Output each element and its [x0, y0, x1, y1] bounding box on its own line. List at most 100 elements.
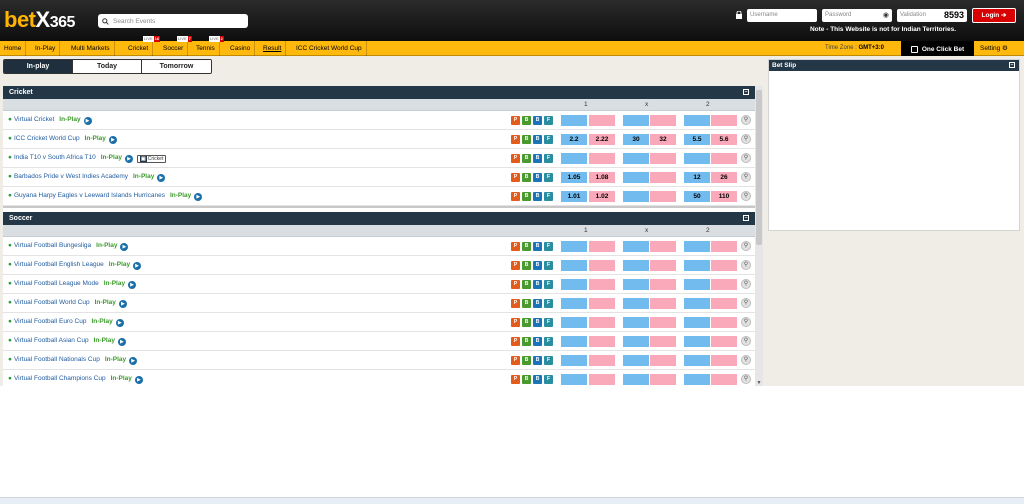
lay-odds-button[interactable]: [589, 317, 615, 328]
back-odds-button[interactable]: [684, 279, 710, 290]
lay-odds-button[interactable]: 110: [711, 191, 737, 202]
lay-odds-button[interactable]: [650, 336, 676, 347]
nav-multi-markets[interactable]: Multi Markets: [67, 41, 115, 56]
pin-icon[interactable]: ⚲: [741, 355, 751, 365]
back-odds-button[interactable]: [684, 374, 710, 385]
validation-field[interactable]: Validation 8593: [897, 8, 967, 22]
lay-odds-button[interactable]: [589, 153, 615, 164]
tv-icon[interactable]: ▶: [83, 117, 92, 125]
lay-odds-button[interactable]: [589, 279, 615, 290]
tv-icon[interactable]: ▶: [133, 262, 142, 270]
back-odds-button[interactable]: [684, 153, 710, 164]
back-odds-button[interactable]: [561, 374, 587, 385]
back-odds-button[interactable]: [561, 115, 587, 126]
tv-icon[interactable]: ▶: [134, 376, 143, 384]
lay-odds-button[interactable]: [650, 279, 676, 290]
event-row[interactable]: ● Virtual Football World Cup In-Play ▶ P B B F ⚲: [3, 294, 755, 313]
back-odds-button[interactable]: [623, 241, 649, 252]
back-odds-button[interactable]: [684, 355, 710, 366]
event-name-link[interactable]: Virtual Football Nationals Cup: [14, 356, 100, 363]
nav-cricket[interactable]: Cricket: [124, 41, 154, 56]
event-row[interactable]: ● Virtual Football Bungesliga In-Play ▶ P B B F…: [3, 237, 755, 256]
username-field[interactable]: Username: [747, 8, 817, 22]
setting-button[interactable]: Setting ⚙: [980, 41, 1008, 56]
lay-odds-button[interactable]: 1.02: [589, 191, 615, 202]
lay-odds-button[interactable]: [711, 279, 737, 290]
nav-result[interactable]: Result: [259, 41, 287, 56]
lay-odds-button[interactable]: [711, 355, 737, 366]
collapse-icon[interactable]: –: [743, 215, 749, 221]
back-odds-button[interactable]: [623, 374, 649, 385]
lay-odds-button[interactable]: [711, 317, 737, 328]
scroll-down-icon[interactable]: ▼: [756, 380, 762, 386]
pin-icon[interactable]: ⚲: [741, 279, 751, 289]
back-odds-button[interactable]: [684, 115, 710, 126]
bet-slip-header[interactable]: Bet Slip –: [769, 60, 1019, 71]
lay-odds-button[interactable]: [711, 153, 737, 164]
tv-icon[interactable]: ▶: [120, 243, 129, 251]
tab-in-play[interactable]: In-play: [4, 60, 73, 73]
lay-odds-button[interactable]: 1.08: [589, 172, 615, 183]
back-odds-button[interactable]: [561, 153, 587, 164]
back-odds-button[interactable]: [561, 298, 587, 309]
event-row[interactable]: ● Virtual Football League Mode In-Play ▶ P B B…: [3, 275, 755, 294]
lay-odds-button[interactable]: [711, 115, 737, 126]
cricket-section-header[interactable]: Cricket –: [3, 86, 755, 99]
event-name-link[interactable]: Virtual Football Champions Cup: [14, 375, 106, 382]
lay-odds-button[interactable]: 5.6: [711, 134, 737, 145]
back-odds-button[interactable]: 5.5: [684, 134, 710, 145]
tv-icon[interactable]: ▶: [108, 136, 117, 144]
lay-odds-button[interactable]: [650, 115, 676, 126]
back-odds-button[interactable]: 2.2: [561, 134, 587, 145]
lay-odds-button[interactable]: [711, 336, 737, 347]
collapse-icon[interactable]: –: [1009, 62, 1015, 68]
back-odds-button[interactable]: 12: [684, 172, 710, 183]
back-odds-button[interactable]: [623, 260, 649, 271]
back-odds-button[interactable]: [623, 336, 649, 347]
lay-odds-button[interactable]: [650, 317, 676, 328]
back-odds-button[interactable]: [623, 191, 649, 202]
lay-odds-button[interactable]: 26: [711, 172, 737, 183]
lay-odds-button[interactable]: [650, 374, 676, 385]
lay-odds-button[interactable]: [589, 241, 615, 252]
nav-icc-world-cup[interactable]: ICC Cricket World Cup: [292, 41, 367, 56]
back-odds-button[interactable]: [623, 115, 649, 126]
lay-odds-button[interactable]: [711, 298, 737, 309]
lay-odds-button[interactable]: [650, 172, 676, 183]
scrollbar-thumb[interactable]: [756, 90, 762, 245]
back-odds-button[interactable]: [684, 336, 710, 347]
pin-icon[interactable]: ⚲: [741, 134, 751, 144]
back-odds-button[interactable]: [623, 279, 649, 290]
back-odds-button[interactable]: 50: [684, 191, 710, 202]
event-name-link[interactable]: Virtual Football League Mode: [14, 280, 99, 287]
tv-icon[interactable]: ▶: [128, 281, 137, 289]
nav-in-play[interactable]: In-Play: [31, 41, 61, 56]
event-name-link[interactable]: ICC Cricket World Cup: [14, 135, 80, 142]
event-name-link[interactable]: Virtual Football Asian Cup: [14, 337, 89, 344]
event-name-link[interactable]: Guyana Harpy Eagles v Leeward Islands Hu…: [14, 192, 165, 199]
tv-icon[interactable]: ▶: [194, 193, 203, 201]
one-click-bet-toggle[interactable]: One Click Bet: [901, 41, 974, 57]
back-odds-button[interactable]: [623, 355, 649, 366]
login-button[interactable]: Login ➔: [972, 7, 1016, 23]
search-input[interactable]: Search Events: [98, 14, 248, 28]
event-name-link[interactable]: Virtual Football English League: [14, 261, 104, 268]
event-row[interactable]: ● Virtual Football Asian Cup In-Play ▶ P B B F ⚲: [3, 332, 755, 351]
lay-odds-button[interactable]: [589, 298, 615, 309]
pin-icon[interactable]: ⚲: [741, 191, 751, 201]
lay-odds-button[interactable]: [650, 298, 676, 309]
event-row[interactable]: ● Virtual Football English League In-Play ▶…: [3, 256, 755, 275]
event-row[interactable]: ● India T10 v South Africa T10 In-Play ▶ ▣ Cr…: [3, 149, 755, 168]
nav-soccer[interactable]: Soccer: [159, 41, 189, 56]
checkbox-icon[interactable]: [910, 45, 918, 53]
tv-icon[interactable]: ▶: [125, 155, 134, 163]
event-row[interactable]: ● Virtual Football Champions Cup In-Play ▶ P…: [3, 370, 755, 386]
back-odds-button[interactable]: [623, 298, 649, 309]
back-odds-button[interactable]: [561, 260, 587, 271]
market-scrollbar[interactable]: ▼: [755, 86, 763, 386]
tab-tomorrow[interactable]: Tomorrow: [142, 60, 211, 73]
pin-icon[interactable]: ⚲: [741, 241, 751, 251]
eye-icon[interactable]: ◉: [883, 11, 889, 19]
back-odds-button[interactable]: 30: [623, 134, 649, 145]
lay-odds-button[interactable]: 2.22: [589, 134, 615, 145]
